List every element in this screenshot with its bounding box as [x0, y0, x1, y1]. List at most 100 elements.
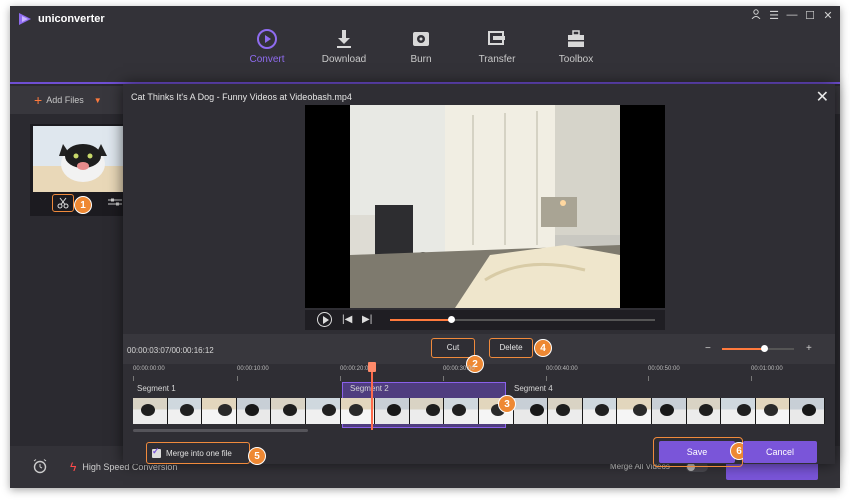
cut-button[interactable]: Cut [431, 338, 475, 358]
tab-transfer-label: Transfer [478, 54, 516, 65]
tab-transfer[interactable]: Transfer [462, 28, 532, 65]
minimize-icon[interactable]: — [786, 9, 798, 22]
cat-shape [659, 404, 674, 416]
user-icon[interactable] [750, 9, 762, 22]
ruler-label: 00:00:10:00 [237, 366, 269, 372]
cat-shape [141, 404, 155, 416]
trim-dialog: Cat Thinks It's A Dog - Funny Videos at … [123, 84, 835, 467]
ruler-label: 00:00:50:00 [648, 366, 680, 372]
timecode: 00:00:03:07/00:00:16:12 [127, 346, 214, 355]
transfer-icon [488, 31, 505, 45]
filmstrip-frame [686, 398, 722, 424]
cat-shape [348, 404, 363, 416]
previous-frame-icon[interactable]: |◀ [342, 314, 352, 325]
tab-convert-label: Convert [249, 54, 285, 65]
tab-download[interactable]: Download [309, 28, 379, 65]
ruler-tick [133, 376, 134, 381]
alarm-clock-icon[interactable] [32, 458, 48, 474]
filmstrip-frame [582, 398, 618, 424]
callout-badge-4: 4 [534, 339, 552, 357]
cat-shape [737, 404, 752, 416]
video-frame [305, 105, 665, 308]
file-card: 1 [30, 124, 130, 216]
zoom-out-icon[interactable]: − [705, 343, 711, 354]
video-filmstrip[interactable] [133, 398, 825, 424]
ruler-label: 00:00:40:00 [546, 366, 578, 372]
download-icon [337, 30, 351, 48]
top-bar: uniconverter ☰ — ☐ ✕ Convert Download Bu… [10, 6, 840, 84]
delete-button[interactable]: Delete [489, 338, 533, 358]
zoom-in-icon[interactable]: + [806, 343, 812, 354]
video-preview [305, 105, 665, 308]
cat-shape [452, 404, 467, 416]
add-files-button[interactable]: + Add Files ▼ [34, 92, 102, 108]
close-icon[interactable]: ✕ [822, 9, 834, 22]
seek-handle[interactable] [447, 316, 455, 323]
cancel-button[interactable]: Cancel [743, 441, 817, 463]
burn-icon [413, 32, 429, 46]
time-ruler[interactable]: 00:00:00:00 00:00:10:00 00:00:20:00 00:0… [133, 364, 835, 381]
next-frame-icon[interactable]: ▶| [362, 314, 372, 325]
ruler-label: 00:01:00:00 [751, 366, 783, 372]
dialog-title: Cat Thinks It's A Dog - Funny Videos at … [131, 92, 352, 102]
ruler-tick [648, 376, 649, 381]
cat-shape [179, 404, 194, 416]
tab-burn-label: Burn [410, 54, 432, 65]
playhead[interactable] [368, 362, 376, 430]
timeline-scrollbar[interactable] [133, 429, 308, 432]
dropdown-caret-icon[interactable]: ▼ [94, 96, 102, 105]
ruler-tick [751, 376, 752, 381]
player-controls: |◀ ▶| [305, 310, 665, 330]
segment-labels: Segment 1 Segment 2 Segment 4 [133, 382, 835, 398]
cat-shape [594, 404, 609, 416]
maximize-icon[interactable]: ☐ [804, 9, 816, 22]
tab-burn[interactable]: Burn [386, 28, 456, 65]
window-controls: ☰ — ☐ ✕ [750, 9, 834, 22]
cat-shape [218, 404, 233, 416]
settings-sliders-icon[interactable] [108, 198, 122, 208]
lightning-icon: ϟ [70, 460, 77, 474]
toolbox-icon [568, 30, 584, 47]
play-icon[interactable] [317, 312, 332, 327]
filmstrip-frame [409, 398, 445, 424]
segment-label: Segment 1 [137, 384, 176, 393]
ruler-label: 00:00:30:00 [443, 366, 475, 372]
filmstrip-frame [755, 398, 791, 424]
ruler-label: 00:00:00:00 [133, 366, 165, 372]
tab-download-label: Download [321, 54, 367, 65]
filmstrip-frame [617, 398, 652, 424]
cat-shape [763, 404, 778, 416]
cat-shape [529, 404, 544, 416]
filmstrip-frame [375, 398, 410, 424]
logo-icon [19, 13, 31, 25]
zoom-handle[interactable] [760, 345, 768, 352]
filmstrip-frame [133, 398, 168, 424]
menu-icon[interactable]: ☰ [768, 9, 780, 22]
filmstrip-frame [444, 398, 479, 424]
filmstrip-frame [790, 398, 825, 424]
filmstrip-frame [721, 398, 756, 424]
seek-bar[interactable] [390, 316, 655, 323]
close-icon[interactable]: ✕ [816, 87, 829, 107]
merge-checkbox[interactable] [152, 446, 161, 458]
cat-shape [244, 404, 259, 416]
cat-shape [556, 404, 571, 416]
cat-shape [698, 404, 713, 416]
zoom-slider[interactable] [722, 345, 794, 352]
tab-toolbox[interactable]: Toolbox [541, 28, 611, 65]
video-thumbnail[interactable] [33, 126, 123, 192]
ruler-tick [340, 376, 341, 381]
save-button[interactable]: Save [659, 441, 735, 463]
merge-into-one-file[interactable]: Merge into one file [146, 442, 250, 464]
callout-badge-5: 5 [248, 447, 266, 465]
seek-progress [390, 319, 451, 321]
zoom-level [722, 348, 764, 350]
merge-label: Merge into one file [166, 448, 232, 458]
trim-button[interactable] [52, 194, 74, 212]
segment-label: Segment 4 [514, 384, 553, 393]
cat-shape [387, 404, 402, 416]
filmstrip-frame [651, 398, 687, 424]
tab-convert[interactable]: Convert [232, 28, 302, 65]
convert-icon [257, 29, 277, 49]
plus-icon: + [34, 92, 43, 108]
